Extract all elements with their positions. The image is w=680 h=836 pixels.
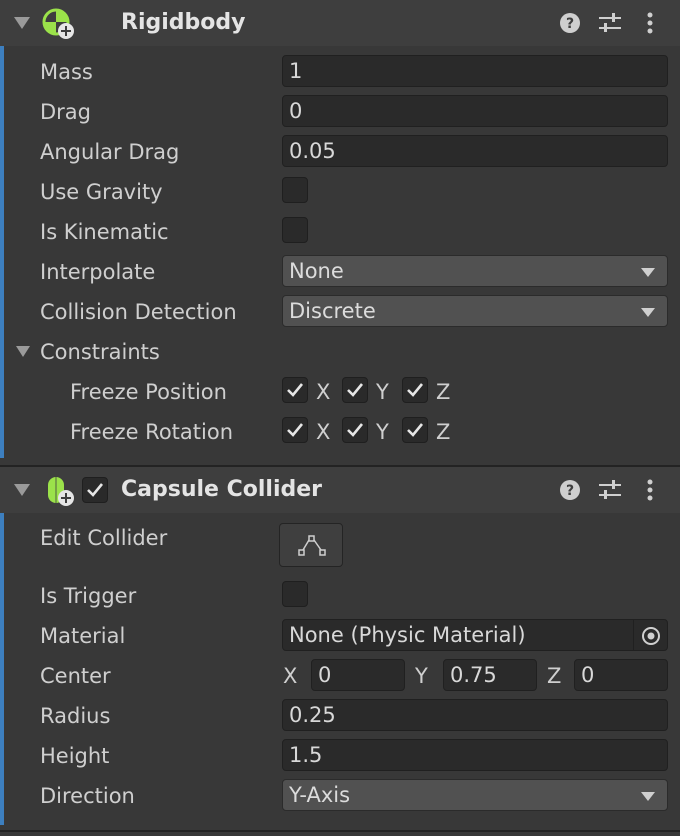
axis-z-label: Z [436, 420, 451, 444]
checkmark-icon [347, 423, 364, 437]
mass-label: Mass [40, 60, 93, 84]
center-y-field[interactable]: 0.75 [443, 659, 537, 691]
direction-label: Direction [40, 784, 135, 808]
material-object-field[interactable]: None (Physic Material) [282, 619, 668, 651]
constraints-label[interactable]: Constraints [40, 338, 160, 366]
drag-label: Drag [40, 100, 92, 124]
foldout-triangle-icon[interactable] [14, 17, 30, 29]
accent-bar [0, 46, 4, 458]
checkmark-icon [287, 423, 304, 437]
checkmark-icon [347, 383, 364, 397]
is-trigger-label: Is Trigger [40, 584, 137, 608]
rigidbody-icon [42, 8, 74, 39]
object-picker-icon [642, 627, 660, 645]
collision-detection-dropdown[interactable]: Discrete [282, 295, 668, 327]
height-label: Height [40, 744, 110, 768]
edit-collider-label: Edit Collider [40, 526, 168, 550]
center-x-label: X [283, 664, 298, 688]
presets-icon[interactable] [598, 479, 622, 501]
center-x-field[interactable]: 0 [311, 659, 405, 691]
foldout-triangle-icon[interactable] [14, 484, 30, 496]
axis-x-label: X [316, 420, 331, 444]
is-trigger-checkbox[interactable] [282, 581, 308, 607]
freeze-rotation-label: Freeze Rotation [70, 420, 234, 444]
interpolate-dropdown[interactable]: None [282, 255, 668, 287]
use-gravity-label: Use Gravity [40, 180, 163, 204]
direction-dropdown[interactable]: Y-Axis [282, 779, 668, 811]
dropdown-value: Y-Axis [289, 783, 351, 807]
edit-collider-button[interactable] [279, 523, 343, 567]
material-value: None (Physic Material) [289, 623, 526, 647]
center-label: Center [40, 664, 111, 688]
help-icon[interactable]: ? [559, 479, 581, 501]
edit-collider-icon [298, 535, 326, 556]
drag-field[interactable]: 0 [282, 95, 668, 127]
component-separator [0, 830, 680, 832]
collision-detection-label: Collision Detection [40, 300, 237, 324]
accent-bar [0, 513, 4, 825]
freeze-position-label: Freeze Position [70, 380, 227, 404]
material-label: Material [40, 624, 126, 648]
svg-text:?: ? [566, 483, 574, 499]
presets-icon[interactable] [598, 12, 622, 34]
freeze-rotation-z-checkbox[interactable] [402, 417, 428, 443]
help-icon[interactable]: ? [559, 12, 581, 34]
freeze-position-x-checkbox[interactable] [282, 377, 308, 403]
freeze-position-z-checkbox[interactable] [402, 377, 428, 403]
dropdown-value: None [289, 259, 344, 283]
component-title: Rigidbody [121, 10, 246, 35]
chevron-down-icon [641, 268, 655, 277]
freeze-rotation-y-checkbox[interactable] [342, 417, 368, 443]
center-y-label: Y [415, 664, 428, 688]
checkmark-icon [407, 383, 424, 397]
kebab-menu-icon[interactable] [644, 11, 656, 35]
radius-field[interactable]: 0.25 [282, 699, 668, 731]
height-field[interactable]: 1.5 [282, 739, 668, 771]
checkmark-icon [287, 383, 304, 397]
mass-field[interactable]: 1 [282, 55, 668, 87]
freeze-position-y-checkbox[interactable] [342, 377, 368, 403]
axis-z-label: Z [436, 380, 451, 404]
freeze-rotation-x-checkbox[interactable] [282, 417, 308, 443]
capsule-collider-icon [48, 477, 74, 506]
radius-label: Radius [40, 704, 111, 728]
checkmark-icon [87, 483, 104, 497]
axis-y-label: Y [376, 380, 389, 404]
chevron-down-icon [641, 308, 655, 317]
inspector-panel: Rigidbody ? Mass 1 Drag 0 Angular Drag 0… [0, 0, 680, 836]
dropdown-value: Discrete [289, 299, 376, 323]
is-kinematic-label: Is Kinematic [40, 220, 169, 244]
axis-x-label: X [316, 380, 331, 404]
capsule-collider-header[interactable]: Capsule Collider ? [0, 467, 680, 513]
component-title: Capsule Collider [121, 477, 323, 502]
is-kinematic-checkbox[interactable] [282, 217, 308, 243]
center-z-field[interactable]: 0 [574, 659, 668, 691]
interpolate-label: Interpolate [40, 260, 156, 284]
checkmark-icon [407, 423, 424, 437]
component-enabled-checkbox[interactable] [82, 477, 108, 503]
chevron-down-icon [641, 792, 655, 801]
angular-drag-field[interactable]: 0.05 [282, 135, 668, 167]
object-picker-button[interactable] [633, 620, 667, 650]
angular-drag-label: Angular Drag [40, 140, 180, 164]
constraints-foldout-icon[interactable] [16, 346, 30, 357]
rigidbody-header[interactable]: Rigidbody ? [0, 0, 680, 46]
axis-y-label: Y [376, 420, 389, 444]
svg-text:?: ? [566, 16, 574, 32]
center-z-label: Z [547, 664, 562, 688]
kebab-menu-icon[interactable] [644, 478, 656, 502]
use-gravity-checkbox[interactable] [282, 177, 308, 203]
